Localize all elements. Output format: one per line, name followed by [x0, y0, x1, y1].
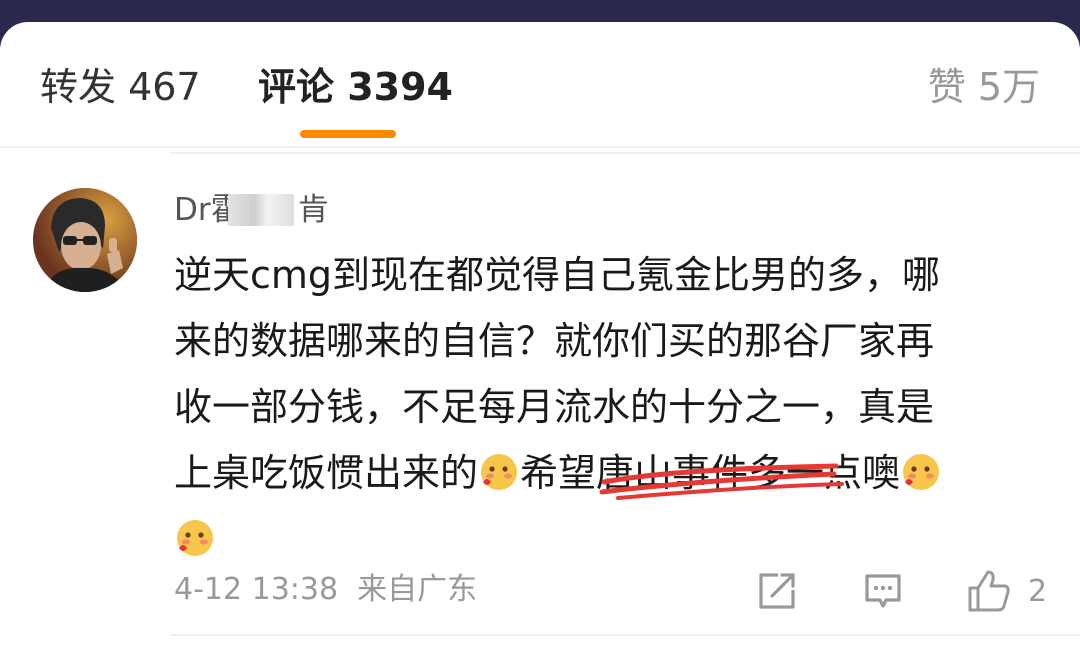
username-suffix: 肯	[298, 192, 329, 228]
avatar-image	[33, 188, 137, 292]
share-button[interactable]	[756, 566, 798, 616]
reply-button[interactable]	[862, 566, 904, 616]
tab-bar: 转发 467 评论 3394 赞 5万	[0, 22, 1080, 146]
comment-sheet: 转发 467 评论 3394 赞 5万 Dr霍 肯 逆天cmg到现在都觉得自己氪…	[0, 22, 1080, 650]
username-row[interactable]: Dr霍 肯	[174, 190, 329, 230]
comment-segment: 希望	[520, 451, 597, 495]
comment-text: 逆天cmg到现在都觉得自己氪金比男的多，哪 来的数据哪来的自信？就你们买的那谷厂…	[174, 242, 1034, 572]
tab-like[interactable]: 赞 5万	[928, 64, 1040, 110]
comment-segment: 上桌吃饭惯出来的	[174, 451, 479, 495]
comment-segment: 多一点噢	[748, 451, 901, 495]
share-icon	[759, 573, 795, 609]
comment-icon	[865, 574, 901, 608]
active-tab-indicator	[300, 130, 396, 138]
tab-comment[interactable]: 评论 3394	[258, 64, 453, 110]
comment-line: 上桌吃饭惯出来的 希望唐山事件 多一点噢	[174, 440, 1034, 506]
avatar[interactable]	[33, 188, 137, 292]
tab-repost[interactable]: 转发 467	[40, 64, 201, 110]
thumbs-up-icon	[968, 570, 1010, 612]
comment-line: 收一部分钱，不足每月流水的十分之一，真是	[174, 385, 935, 429]
comment-actions: 2	[0, 566, 1080, 616]
comment-line	[174, 506, 1034, 572]
like-count: 2	[1028, 573, 1048, 609]
comment-divider	[170, 152, 1080, 154]
shy-face-emoji-icon	[481, 454, 518, 490]
shy-face-emoji-icon	[903, 454, 940, 490]
struck-text: 唐山事件	[596, 451, 749, 495]
shy-face-emoji-icon	[177, 520, 213, 556]
status-bar-background	[0, 0, 1080, 22]
comment-line: 逆天cmg到现在都觉得自己氪金比男的多，哪	[174, 253, 941, 297]
like-button[interactable]: 2	[966, 566, 1047, 616]
tab-divider	[0, 146, 1080, 148]
bottom-divider	[170, 634, 1080, 636]
comment-line: 来的数据哪来的自信？就你们买的那谷厂家再	[174, 319, 935, 363]
redaction-blur	[228, 194, 294, 226]
strikethrough-phrase: 希望唐山事件	[520, 440, 845, 506]
